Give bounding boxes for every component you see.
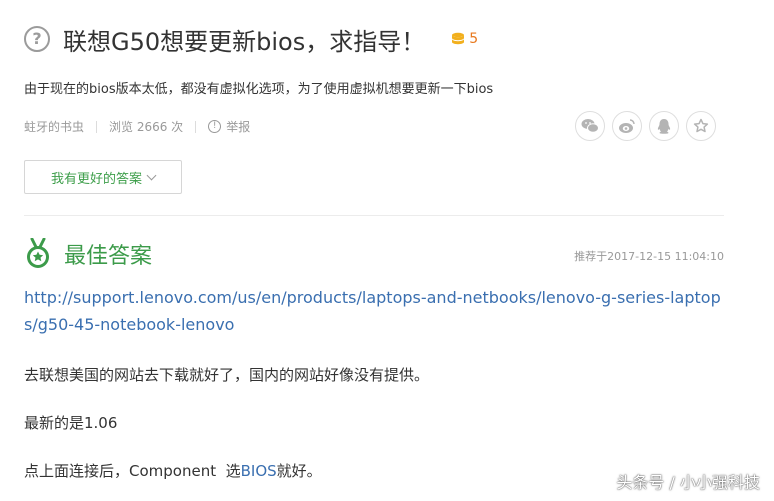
reward-badge: 5 bbox=[451, 31, 478, 47]
answer-paragraph-1: 去联想美国的网站去下载就好了，国内的网站好像没有提供。 bbox=[24, 366, 430, 384]
share-bar bbox=[568, 111, 716, 141]
question-description: 由于现在的bios版本太低，都没有虚拟化选项，为了使用虚拟机想要更新一下bios bbox=[24, 82, 494, 97]
weibo-share-button[interactable] bbox=[612, 111, 642, 141]
divider bbox=[195, 120, 197, 133]
wechat-icon bbox=[581, 119, 599, 133]
divider bbox=[96, 120, 98, 133]
lenovo-support-link[interactable]: http://support.lenovo.com/us/en/products… bbox=[24, 284, 729, 338]
warning-icon: ! bbox=[208, 120, 222, 133]
answer-paragraph-3: 点上面连接后，Component 选BIOS就好。 bbox=[24, 460, 322, 481]
author-link[interactable]: 蛀牙的书虫 bbox=[24, 118, 84, 135]
question-title: 联想G50想要更新bios，求指导！ bbox=[63, 27, 426, 56]
favorite-button[interactable] bbox=[686, 111, 716, 141]
question-meta: 蛀牙的书虫 浏览 2666 次 ! 举报 bbox=[24, 118, 250, 135]
bios-link[interactable]: BIOS bbox=[241, 462, 277, 480]
watermark: 头条号 / 小小强科技 bbox=[616, 473, 760, 492]
answer-text: 点上面连接后，Component 选 bbox=[24, 462, 241, 480]
best-answer-title: 最佳答案 bbox=[64, 244, 153, 269]
view-count: 浏览 2666 次 bbox=[109, 120, 184, 134]
report-link[interactable]: ! 举报 bbox=[208, 118, 250, 135]
star-icon bbox=[693, 118, 709, 133]
best-answer-header: 最佳答案 bbox=[24, 238, 152, 270]
section-divider bbox=[24, 215, 724, 216]
chevron-down-icon bbox=[146, 170, 157, 180]
report-label: 举报 bbox=[226, 120, 251, 134]
medal-icon bbox=[27, 238, 49, 268]
answer-text: 就好。 bbox=[276, 462, 322, 480]
question-header: ? 联想G50想要更新bios，求指导！ 5 bbox=[24, 24, 478, 56]
reward-value: 5 bbox=[469, 31, 479, 47]
coin-stack-icon bbox=[452, 32, 465, 45]
qq-icon bbox=[657, 118, 671, 134]
better-answer-label: 我有更好的答案 bbox=[50, 171, 142, 187]
better-answer-button[interactable]: 我有更好的答案 bbox=[24, 160, 182, 194]
question-mark-icon: ? bbox=[24, 26, 50, 52]
qq-share-button[interactable] bbox=[649, 111, 679, 141]
recommended-time: 推荐于2017-12-15 11:04:10 bbox=[574, 250, 724, 263]
weibo-icon bbox=[619, 119, 635, 133]
answer-paragraph-2: 最新的是1.06 bbox=[24, 414, 118, 432]
wechat-share-button[interactable] bbox=[575, 111, 605, 141]
